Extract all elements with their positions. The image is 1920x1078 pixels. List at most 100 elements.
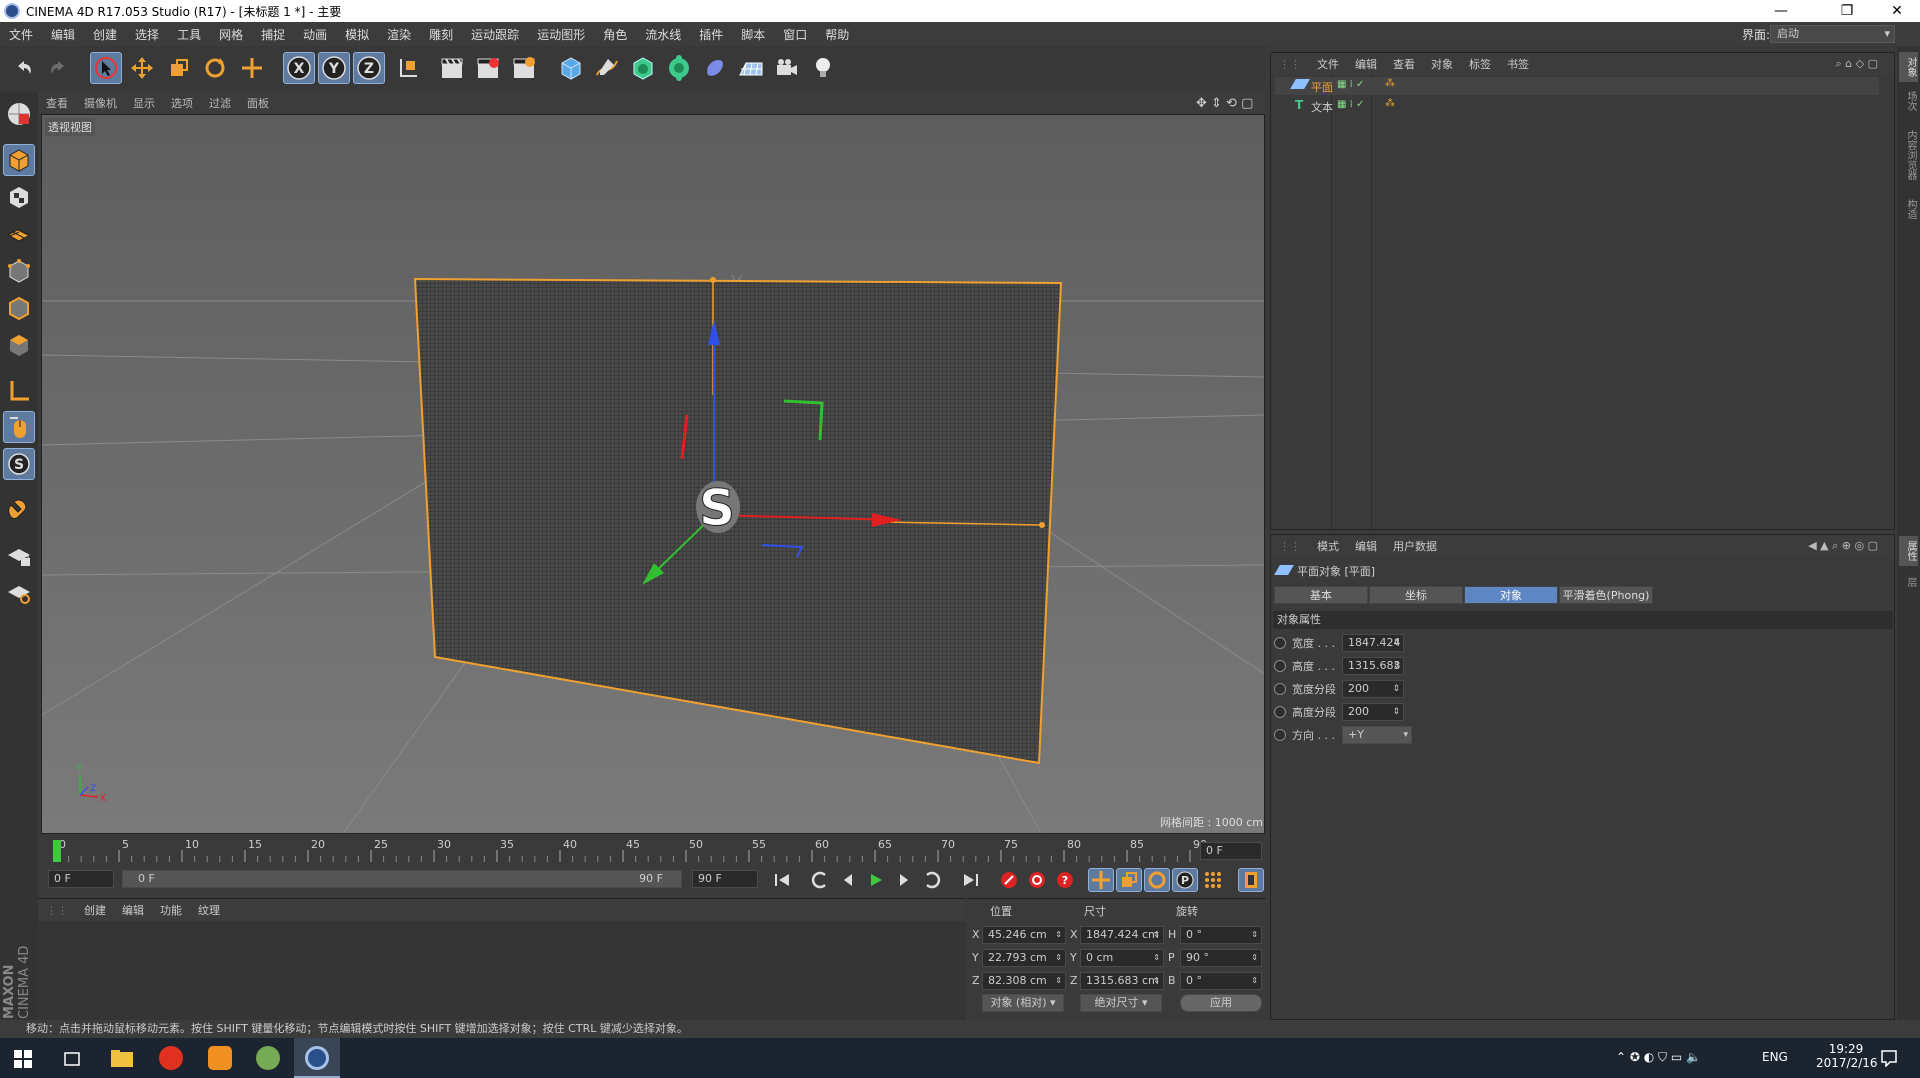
current-frame-field[interactable]: 0 F	[1200, 842, 1262, 860]
menu-script[interactable]: 脚本	[732, 26, 774, 43]
subdivision-surface-button[interactable]	[627, 52, 659, 84]
property-value-field[interactable]: 1315.683 ⇕	[1342, 657, 1404, 675]
menu-select[interactable]: 选择	[126, 26, 168, 43]
axis-mode-button[interactable]	[3, 375, 35, 407]
strip-tab-layers[interactable]: 层	[1899, 570, 1918, 594]
texture-mode-button[interactable]	[3, 181, 35, 213]
tag-icon[interactable]: ⁂	[1385, 78, 1395, 89]
snapping-button[interactable]: S	[3, 448, 35, 480]
previous-key-button[interactable]	[807, 868, 833, 892]
om-menu-view[interactable]: 查看	[1385, 56, 1423, 72]
viewport-navigation-icons[interactable]: ✥ ⇕ ⟲ ▢	[1196, 96, 1253, 111]
floor-button[interactable]	[735, 52, 767, 84]
om-menu-tags[interactable]: 标签	[1461, 56, 1499, 72]
y-axis-lock[interactable]: Y	[318, 52, 350, 84]
camera-button[interactable]	[771, 52, 803, 84]
play-button[interactable]	[863, 868, 889, 892]
perspective-viewport[interactable]: S Y Z X	[41, 114, 1265, 834]
make-editable-button[interactable]	[3, 98, 35, 130]
animate-radio[interactable]	[1274, 660, 1286, 672]
render-settings-button[interactable]	[508, 52, 540, 84]
om-menu-edit[interactable]: 编辑	[1347, 56, 1385, 72]
go-to-start-button[interactable]	[770, 868, 796, 892]
language-indicator[interactable]: ENG	[1762, 1050, 1788, 1064]
material-menu-edit[interactable]: 编辑	[114, 902, 152, 918]
property-value-field[interactable]: 200 ⇕	[1342, 703, 1404, 721]
property-value-field[interactable]: 200 ⇕	[1342, 680, 1404, 698]
minimize-button[interactable]: —	[1758, 0, 1804, 22]
coord-mode-select[interactable]: 对象 (相对) ▾	[982, 994, 1064, 1012]
lock-workplane-button[interactable]	[3, 540, 35, 572]
tag-icon[interactable]: ⁂	[1385, 98, 1395, 109]
stepper-icon[interactable]: ⇕	[1055, 927, 1062, 943]
stepper-icon[interactable]: ⇕	[1251, 927, 1258, 943]
cinema4d-taskbar-button[interactable]	[294, 1038, 340, 1078]
animate-radio[interactable]	[1274, 637, 1286, 649]
menu-snap[interactable]: 捕捉	[252, 26, 294, 43]
app-icon-orange[interactable]	[208, 1046, 232, 1070]
autokeying-button[interactable]	[1024, 868, 1050, 892]
animate-radio[interactable]	[1274, 729, 1286, 741]
frame-range-slider[interactable]: 0 F 90 F	[122, 870, 682, 888]
rotate-tool[interactable]	[199, 52, 231, 84]
apply-button[interactable]: 应用	[1180, 994, 1262, 1012]
rotation-field[interactable]: 90 ° ⇕	[1180, 949, 1262, 967]
menu-motion-tracking[interactable]: 运动跟踪	[462, 26, 528, 43]
undo-button[interactable]	[8, 52, 40, 84]
tab-phong[interactable]: 平滑着色(Phong)	[1559, 586, 1653, 604]
transform-tool[interactable]	[236, 52, 268, 84]
menu-create[interactable]: 创建	[84, 26, 126, 43]
redo-button[interactable]	[42, 52, 74, 84]
stepper-icon[interactable]: ⇕	[1055, 950, 1062, 966]
rotation-field[interactable]: 0 ° ⇕	[1180, 972, 1262, 990]
action-center-icon[interactable]	[1880, 1049, 1898, 1067]
strip-tab-content-browser[interactable]: 内容浏览器	[1899, 120, 1918, 190]
animate-radio[interactable]	[1274, 683, 1286, 695]
deformer-button[interactable]	[699, 52, 731, 84]
close-button[interactable]: ✕	[1874, 0, 1920, 22]
app-icon-green[interactable]	[256, 1046, 280, 1070]
key-point-level-button[interactable]	[1200, 868, 1226, 892]
key-scale-button[interactable]	[1116, 868, 1142, 892]
workplane-mode-button[interactable]	[3, 218, 35, 250]
timeline-ruler[interactable]: 051015202530354045505560657075808590 0 F	[38, 836, 1266, 864]
menu-character[interactable]: 角色	[594, 26, 636, 43]
keyframe-selection-button[interactable]: ?	[1052, 868, 1078, 892]
strip-tab-attributes[interactable]: 属性	[1899, 536, 1918, 566]
position-field[interactable]: 45.246 cm ⇕	[982, 926, 1066, 944]
cloner-button[interactable]	[663, 52, 695, 84]
cube-primitive-button[interactable]	[555, 52, 587, 84]
menu-plugins[interactable]: 插件	[690, 26, 732, 43]
stepper-icon[interactable]: ⇕	[1251, 950, 1258, 966]
menu-animate[interactable]: 动画	[294, 26, 336, 43]
viewport-menu-display[interactable]: 显示	[125, 95, 163, 111]
tab-coordinates[interactable]: 坐标	[1369, 586, 1463, 604]
position-field[interactable]: 82.308 cm ⇕	[982, 972, 1066, 990]
stepper-icon[interactable]: ⇕	[1055, 973, 1062, 989]
size-field[interactable]: 1315.683 cm ⇕	[1080, 972, 1164, 990]
menu-edit[interactable]: 编辑	[42, 26, 84, 43]
om-menu-file[interactable]: 文件	[1309, 56, 1347, 72]
om-menu-objects[interactable]: 对象	[1423, 56, 1461, 72]
windows-start-icon[interactable]	[14, 1050, 32, 1068]
key-parameter-button[interactable]: P	[1172, 868, 1198, 892]
point-mode-button[interactable]	[3, 255, 35, 287]
stepper-icon[interactable]: ⇕	[1251, 973, 1258, 989]
object-row-text[interactable]: T 文本 ▦ ⁞ ✓ ⁂	[1275, 97, 1879, 115]
render-to-picture-viewer-button[interactable]	[472, 52, 504, 84]
spline-pen-button[interactable]	[591, 52, 623, 84]
start-frame-field[interactable]: 0 F	[48, 870, 114, 888]
key-position-button[interactable]	[1088, 868, 1114, 892]
viewport-menu-options[interactable]: 选项	[163, 95, 201, 111]
strip-tab-objects[interactable]: 对象	[1899, 52, 1918, 82]
strip-tab-structure[interactable]: 构造	[1899, 194, 1918, 224]
om-menu-bookmarks[interactable]: 书签	[1499, 56, 1537, 72]
menu-help[interactable]: 帮助	[816, 26, 858, 43]
timeline-window-button[interactable]	[1238, 868, 1264, 892]
menu-tools[interactable]: 工具	[168, 26, 210, 43]
direction-select[interactable]: +Y ▾	[1342, 726, 1412, 744]
material-menu-texture[interactable]: 纹理	[190, 902, 228, 918]
record-active-objects-button[interactable]	[996, 868, 1022, 892]
light-button[interactable]	[807, 52, 839, 84]
menu-window[interactable]: 窗口	[774, 26, 816, 43]
